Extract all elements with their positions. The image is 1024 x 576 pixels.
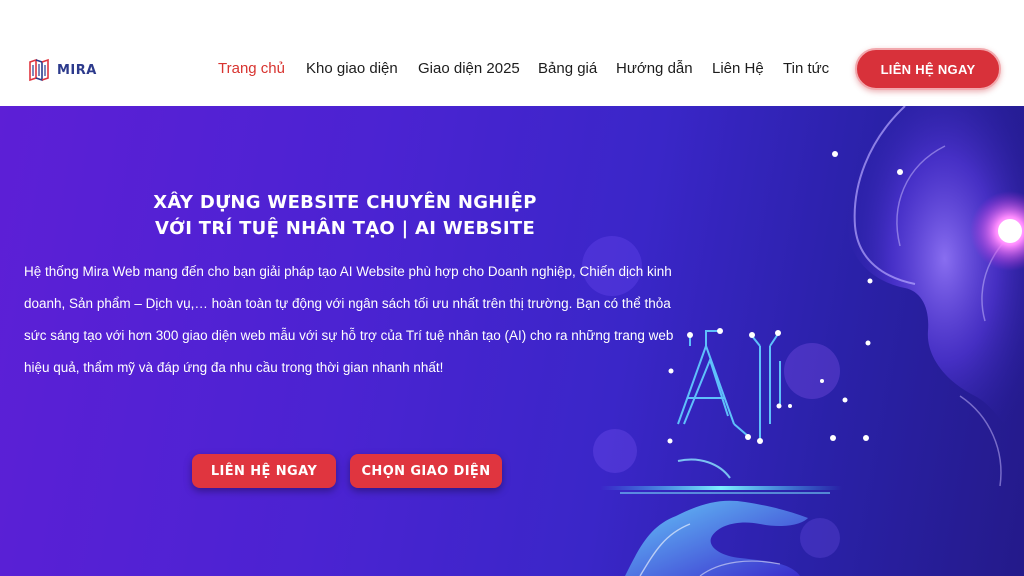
logo[interactable]: MIRA (27, 56, 97, 84)
choose-theme-button[interactable]: CHỌN GIAO DIỆN (350, 454, 502, 488)
hero-title-line-2: VỚI TRÍ TUỆ NHÂN TẠO | AI WEBSITE (154, 218, 536, 239)
logo-text: MIRA (57, 62, 97, 78)
nav-item-pricing[interactable]: Bảng giá (538, 60, 616, 77)
nav-item-home[interactable]: Trang chủ (218, 60, 306, 77)
nav-item-guide[interactable]: Hướng dẫn (616, 60, 712, 77)
site-header: MIRA Trang chủ Kho giao diện Giao diện 2… (0, 0, 1024, 106)
hero-title: XÂY DỰNG WEBSITE CHUYÊN NGHIỆP VỚI TRÍ T… (100, 190, 590, 242)
nav-item-themes-2025[interactable]: Giao diện 2025 (418, 60, 538, 77)
main-nav: Trang chủ Kho giao diện Giao diện 2025 B… (218, 60, 843, 77)
mira-logo-icon (29, 58, 49, 82)
hero-section: AI XÂY DỰNG WEBSITE CHUYÊN NGHIỆP VỚI TR… (0, 106, 1024, 576)
nav-item-theme-store[interactable]: Kho giao diện (306, 60, 418, 77)
hero-title-line-1: XÂY DỰNG WEBSITE CHUYÊN NGHIỆP (153, 192, 537, 213)
hero-contact-button[interactable]: LIÊN HỆ NGAY (192, 454, 336, 488)
nav-item-contact[interactable]: Liên Hệ (712, 60, 783, 77)
hero-description: Hệ thống Mira Web mang đến cho bạn giải … (24, 264, 674, 375)
nav-item-news[interactable]: Tin tức (783, 60, 843, 77)
header-contact-button[interactable]: LIÊN HỆ NGAY (855, 48, 1001, 90)
